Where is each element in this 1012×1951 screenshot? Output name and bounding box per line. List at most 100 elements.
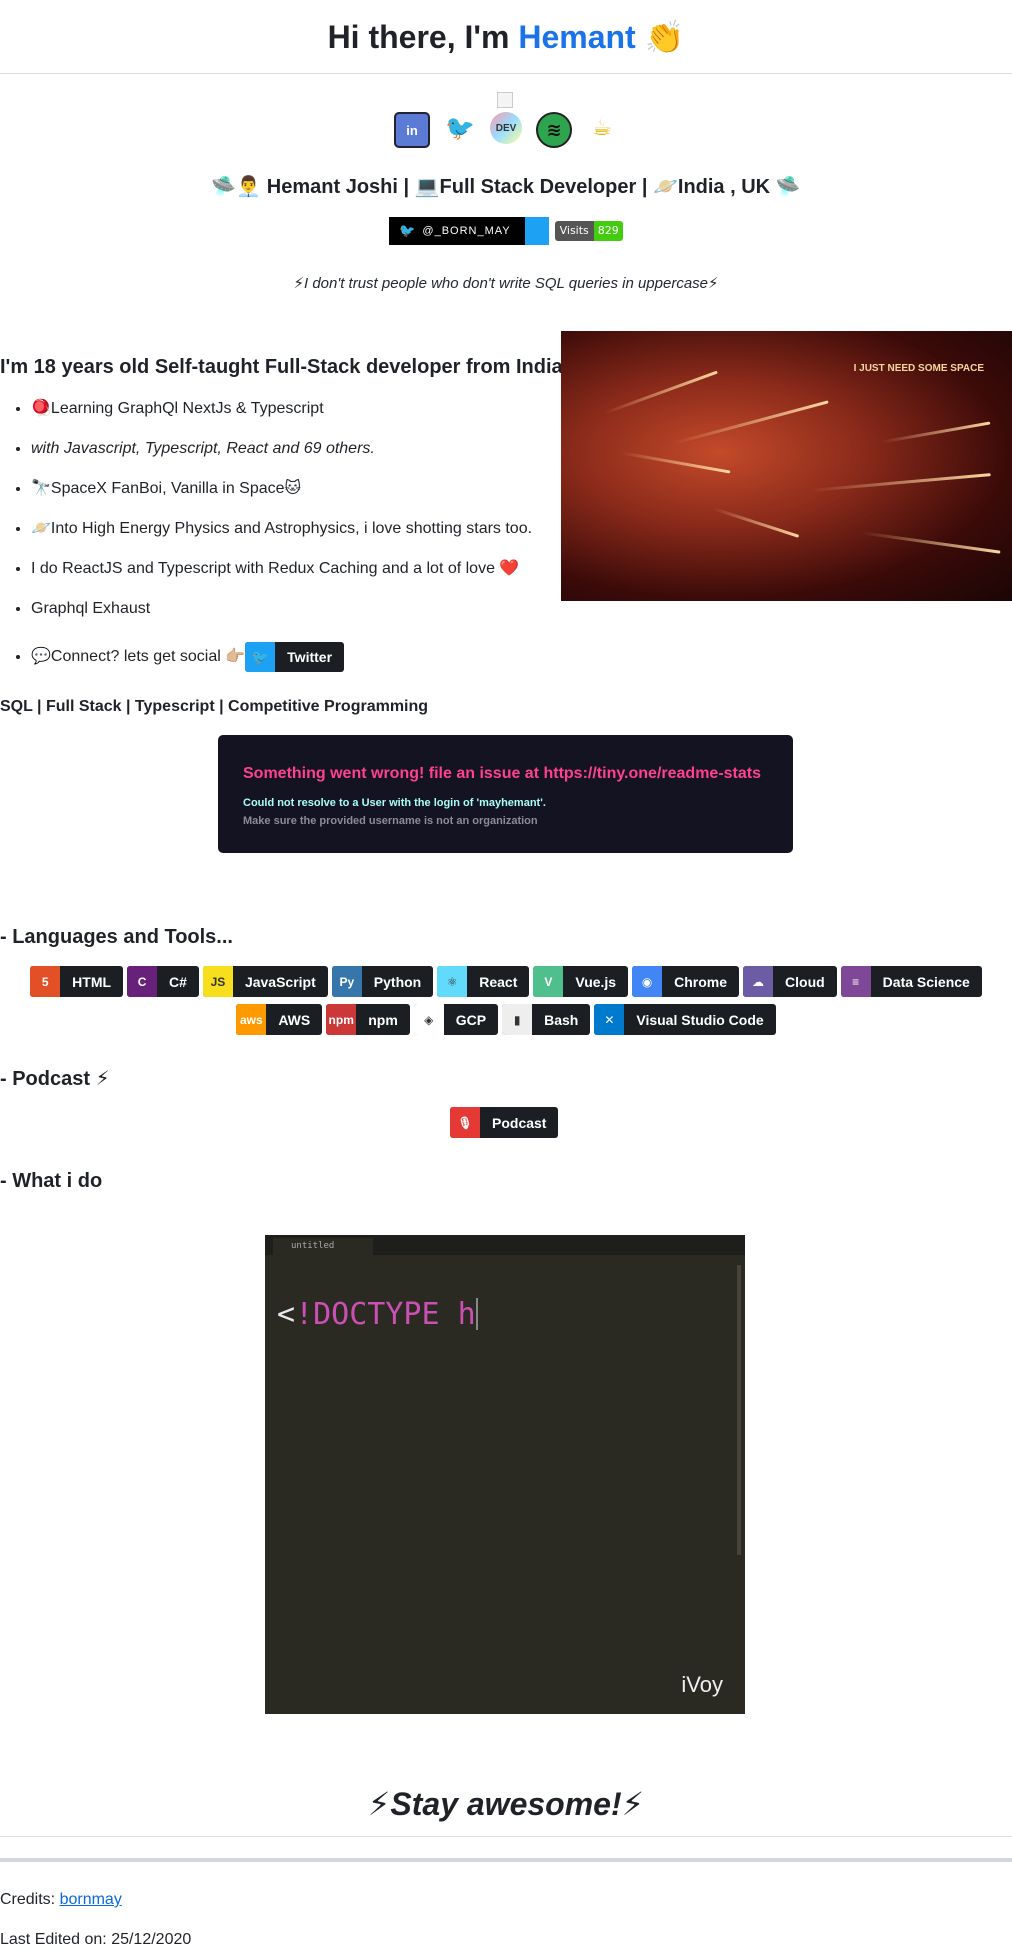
last-edited: Last Edited on: 25/12/2020	[0, 1931, 192, 1948]
tool-label: Data Science	[882, 973, 970, 990]
list-item: 🪀Learning GraphQl NextJs & Typescript	[31, 395, 571, 435]
tool-label: Visual Studio Code	[636, 1011, 764, 1028]
editor-scrollbar	[737, 1265, 741, 1555]
bash-icon: ▮	[502, 1004, 533, 1035]
spotify-icon[interactable]: ≋	[536, 112, 572, 148]
stay-awesome: ⚡Stay awesome!⚡	[367, 1786, 645, 1822]
tool-badge-c-[interactable]: C C#	[127, 966, 199, 997]
twitter-bird-icon: 🐦	[399, 223, 417, 238]
linkedin-icon[interactable]: in	[394, 112, 430, 148]
visits-count: 829	[593, 221, 623, 241]
credits-label: Credits:	[0, 1891, 56, 1908]
intro-heading: I'm 18 years old Self-taught Full-Stack …	[0, 356, 569, 378]
about-list: 🪀Learning GraphQl NextJs & Typescript wi…	[0, 395, 571, 679]
code-editor-gif: untitled <!DOCTYPE h iVoy	[265, 1235, 745, 1714]
tool-label: HTML	[72, 973, 112, 990]
hero-caption: I JUST NEED SOME SPACE	[853, 363, 984, 374]
visits-label: Visits	[554, 221, 594, 241]
quote: ⚡I don't trust people who don't write SQ…	[293, 275, 719, 292]
tool-badge-react[interactable]: ⚛ React	[437, 966, 530, 997]
tools-row-2: aws AWS npm npm ◈ GCP ▮ Bash ✕ Visual Studio Code	[0, 1004, 1012, 1035]
tool-label: React	[479, 973, 518, 990]
twitter-button-label: Twitter	[287, 648, 333, 665]
gcp-icon: ◈	[413, 1004, 444, 1035]
twitter-icon[interactable]: 🐦	[444, 112, 476, 144]
error-line-1: Could not resolve to a User with the log…	[243, 797, 546, 809]
python-icon: Py	[331, 966, 362, 997]
tool-badge-cloud[interactable]: ☁ Cloud	[743, 966, 837, 997]
list-item: 🔭SpaceX FanBoi, Vanilla in Space🐱	[31, 475, 571, 515]
editor-tabbar: untitled	[265, 1235, 745, 1255]
error-line-2: Make sure the provided username is not a…	[243, 815, 538, 827]
tool-label: Vue.js	[575, 973, 617, 990]
ivoy-logo: iVoy	[681, 1672, 723, 1697]
visits-badge: Visits 829	[554, 221, 623, 241]
editor-code: <!DOCTYPE h	[277, 1297, 478, 1332]
tools-row-1: 5 HTML C C# JS JavaScript Py Python ⚛ React V Vue.j…	[0, 966, 1012, 997]
skills-line: SQL | Full Stack | Typescript | Competit…	[0, 698, 429, 715]
horizontal-rule	[0, 1858, 1012, 1862]
react-icon: ⚛	[437, 966, 468, 997]
tool-badge-vue-js[interactable]: V Vue.js	[533, 966, 629, 997]
tool-badge-python[interactable]: Py Python	[331, 966, 434, 997]
page-title: Hi there, I'm Hemant 👏	[0, 18, 1012, 56]
credits-link[interactable]: bornmay	[60, 1891, 122, 1908]
podcast-button[interactable]: 🎙 Podcast	[450, 1107, 559, 1138]
tool-label: GCP	[455, 1011, 487, 1028]
tool-label: JavaScript	[244, 973, 316, 990]
twitter-button[interactable]: 🐦 Twitter	[245, 641, 345, 672]
tool-label: npm	[368, 1011, 398, 1028]
coffee-icon[interactable]: ☕	[586, 112, 618, 144]
list-item: Graphql Exhaust	[31, 595, 571, 635]
badges-row: 🐦 @_BORN_MAY Visits 829	[0, 217, 1012, 245]
tool-badge-html[interactable]: 5 HTML	[30, 966, 124, 997]
chrome-icon: ◉	[632, 966, 663, 997]
credits: Credits: bornmay	[0, 1891, 122, 1909]
dev-icon[interactable]: DEV	[490, 112, 522, 144]
tool-label: AWS	[278, 1011, 311, 1028]
broken-image-icon	[497, 92, 513, 108]
subtitle: 🛸👨‍💼 Hemant Joshi | 💻Full Stack Develope…	[211, 176, 801, 198]
tool-badge-data-science[interactable]: ≡ Data Science	[840, 966, 982, 997]
space-gif: I JUST NEED SOME SPACE	[561, 331, 1012, 601]
tool-label: Bash	[544, 1011, 579, 1028]
vue-icon: V	[533, 966, 564, 997]
tool-badge-aws[interactable]: aws AWS	[236, 1004, 323, 1035]
connect-text: 💬Connect? lets get social 👉🏼	[31, 648, 246, 665]
list-item: with Javascript, Typescript, React and 6…	[31, 435, 571, 475]
greeting-text: Hi there, I'm	[327, 19, 510, 55]
tool-label: Python	[373, 973, 422, 990]
tool-badge-chrome[interactable]: ◉ Chrome	[632, 966, 740, 997]
error-title: Something went wrong! file an issue at h…	[243, 765, 761, 782]
tool-badge-visual-studio-code[interactable]: ✕ Visual Studio Code	[594, 1004, 776, 1035]
tool-label: C#	[169, 973, 187, 990]
stats-error-card: Something went wrong! file an issue at h…	[218, 735, 793, 853]
twitter-handle: @_BORN_MAY	[422, 225, 511, 237]
list-item: 💬Connect? lets get social 👉🏼🐦 Twitter	[31, 635, 571, 679]
title-divider	[0, 73, 1012, 74]
tool-badge-javascript[interactable]: JS JavaScript	[202, 966, 328, 997]
tool-badge-bash[interactable]: ▮ Bash	[502, 1004, 591, 1035]
html-icon: 5	[30, 966, 61, 997]
list-item: 🪐Into High Energy Physics and Astrophysi…	[31, 515, 571, 555]
podcast-label: Podcast	[492, 1114, 547, 1131]
name-text: Hemant	[518, 19, 636, 55]
list-item: I do ReactJS and Typescript with Redux C…	[31, 555, 571, 595]
social-icons: in 🐦 DEV ≋ ☕	[0, 112, 1012, 148]
tool-badge-gcp[interactable]: ◈ GCP	[413, 1004, 499, 1035]
npm-icon: npm	[326, 1004, 357, 1035]
tool-badge-npm[interactable]: npm npm	[326, 1004, 410, 1035]
footer-divider	[0, 1836, 1012, 1837]
twitter-follow-badge[interactable]: 🐦 @_BORN_MAY	[389, 217, 549, 245]
badge-accent	[524, 217, 549, 245]
podcast-heading: - Podcast ⚡	[0, 1068, 110, 1090]
aws-icon: aws	[236, 1004, 267, 1035]
csharp-icon: C	[127, 966, 158, 997]
tool-label: Cloud	[785, 973, 825, 990]
clap-icon: 👏	[644, 19, 685, 55]
languages-heading: - Languages and Tools...	[0, 926, 233, 948]
twitter-icon: 🐦	[245, 641, 276, 672]
editor-tab: untitled	[273, 1238, 373, 1255]
what-heading: - What i do	[0, 1170, 103, 1192]
cloud-icon: ☁	[743, 966, 774, 997]
